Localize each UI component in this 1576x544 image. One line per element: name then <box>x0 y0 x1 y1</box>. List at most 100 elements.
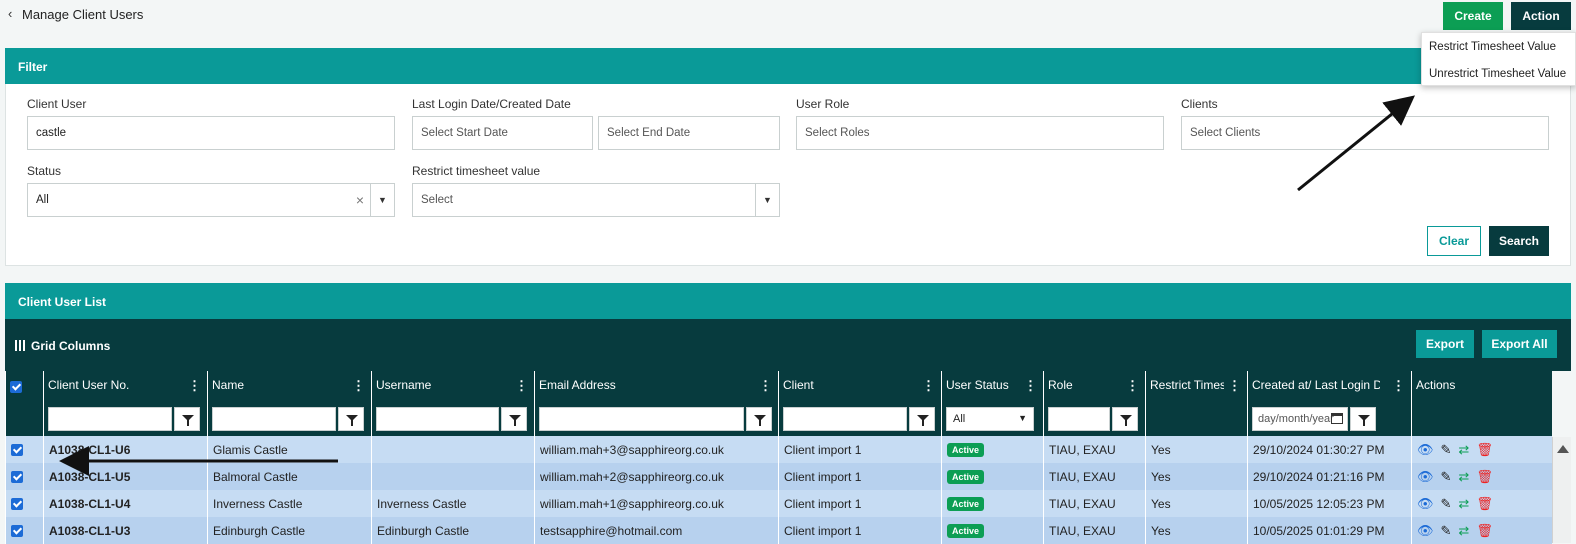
filter-icon[interactable] <box>174 406 200 431</box>
eye-icon[interactable]: 👁︎ <box>1417 442 1434 458</box>
back-icon[interactable]: ‹ <box>8 6 12 21</box>
email-link[interactable]: testsapphire@hotmail.com <box>534 517 779 544</box>
status-filter-select[interactable]: All ▼ <box>946 406 1034 431</box>
username-cell: Edinburgh Castle <box>371 517 535 544</box>
email-link[interactable]: william.mah+3@sapphireorg.co.uk <box>534 436 779 463</box>
client-user-no-link[interactable]: A1038-CL1-U6 <box>43 436 208 463</box>
filter-input[interactable] <box>48 406 172 431</box>
clear-icon[interactable]: × <box>356 192 364 208</box>
pencil-icon[interactable]: ✎ <box>1441 442 1452 458</box>
calendar-icon[interactable] <box>1331 412 1343 424</box>
table-row[interactable]: A1038-CL1-U4 Inverness Castle Inverness Ca… <box>5 490 1552 517</box>
pencil-icon[interactable]: ✎ <box>1441 523 1452 539</box>
end-date-input[interactable]: Select End Date <box>598 116 780 150</box>
column-menu-icon[interactable]: ⋮ <box>922 378 935 394</box>
user-role-label: User Role <box>796 97 850 111</box>
client-cell: Client import 1 <box>778 463 942 490</box>
client-user-no-link[interactable]: A1038-CL1-U5 <box>43 463 208 490</box>
filter-icon[interactable] <box>338 406 364 431</box>
export-button[interactable]: Export <box>1416 330 1474 358</box>
date-filter-input[interactable]: day/month/year <box>1252 406 1348 431</box>
pencil-icon[interactable]: ✎ <box>1441 469 1452 485</box>
eye-icon[interactable]: 👁︎ <box>1417 523 1434 539</box>
eye-icon[interactable]: 👁︎ <box>1417 496 1434 512</box>
filter-input[interactable] <box>376 406 499 431</box>
column-menu-icon[interactable]: ⋮ <box>1024 378 1037 394</box>
user-switch-icon[interactable]: ⇄ <box>1458 469 1469 485</box>
column-menu-icon[interactable]: ⋮ <box>1126 378 1139 394</box>
menu-item-unrestrict[interactable]: Unrestrict Timesheet Value <box>1422 60 1575 87</box>
restrict-cell: Yes <box>1145 436 1248 463</box>
col-user-status[interactable]: User Status ⋮ <box>941 371 1044 401</box>
top-bar: ‹ Manage Client Users Create Action <box>0 0 1576 32</box>
col-username[interactable]: Username ⋮ <box>371 371 535 401</box>
filter-icon[interactable] <box>501 406 527 431</box>
filter-header[interactable]: Filter <box>5 48 1571 84</box>
chevron-down-icon: ▼ <box>1018 412 1027 423</box>
user-switch-icon[interactable]: ⇄ <box>1458 442 1469 458</box>
status-select[interactable]: All × ▼ <box>27 183 395 217</box>
col-client[interactable]: Client ⋮ <box>778 371 942 401</box>
col-restrict[interactable]: Restrict Times ⋮ <box>1145 371 1248 401</box>
trash-icon[interactable]: 🗑︎ <box>1476 523 1493 539</box>
email-link[interactable]: william.mah+2@sapphireorg.co.uk <box>534 463 779 490</box>
status-label: Status <box>27 164 62 178</box>
table-row[interactable]: A1038-CL1-U3 Edinburgh Castle Edinburgh Ca… <box>5 517 1552 544</box>
filter-icon[interactable] <box>746 406 772 431</box>
col-email[interactable]: Email Address ⋮ <box>534 371 779 401</box>
trash-icon[interactable]: 🗑︎ <box>1476 496 1493 512</box>
col-role[interactable]: Role ⋮ <box>1043 371 1146 401</box>
filter-input[interactable] <box>212 406 336 431</box>
grid-columns-button[interactable]: Grid Columns <box>15 339 110 353</box>
user-role-select[interactable]: Select Roles <box>796 116 1164 150</box>
col-client-user-no[interactable]: Client User No. ⋮ <box>43 371 208 401</box>
eye-icon[interactable]: 👁︎ <box>1417 469 1434 485</box>
search-button[interactable]: Search <box>1489 226 1549 256</box>
export-all-button[interactable]: Export All <box>1482 330 1557 358</box>
column-menu-icon[interactable]: ⋮ <box>515 378 528 394</box>
chevron-down-icon[interactable]: ▼ <box>370 184 394 216</box>
menu-item-restrict[interactable]: Restrict Timesheet Value <box>1422 33 1575 60</box>
filter-input[interactable] <box>1048 406 1110 431</box>
vertical-scrollbar[interactable] <box>1552 437 1571 543</box>
user-switch-icon[interactable]: ⇄ <box>1458 523 1469 539</box>
filter-icon[interactable] <box>1112 406 1138 431</box>
restrict-cell: Yes <box>1145 490 1248 517</box>
column-menu-icon[interactable]: ⋮ <box>1392 378 1405 394</box>
row-checkbox[interactable] <box>11 444 23 457</box>
select-all-checkbox[interactable] <box>10 380 22 393</box>
column-menu-icon[interactable]: ⋮ <box>352 378 365 394</box>
row-checkbox[interactable] <box>11 471 23 484</box>
action-button[interactable]: Action <box>1511 2 1571 30</box>
start-date-input[interactable]: Select Start Date <box>412 116 593 150</box>
name-cell: Glamis Castle <box>207 436 372 463</box>
col-created[interactable]: Created at/ Last Login Date⋮ <box>1247 371 1412 401</box>
row-checkbox[interactable] <box>11 498 23 511</box>
email-link[interactable]: william.mah+1@sapphireorg.co.uk <box>534 490 779 517</box>
client-user-no-link[interactable]: A1038-CL1-U3 <box>43 517 208 544</box>
chevron-down-icon[interactable]: ▼ <box>755 184 779 216</box>
scroll-up-icon[interactable] <box>1557 445 1569 453</box>
column-menu-icon[interactable]: ⋮ <box>759 378 772 394</box>
user-switch-icon[interactable]: ⇄ <box>1458 496 1469 512</box>
create-button[interactable]: Create <box>1443 2 1503 30</box>
column-menu-icon[interactable]: ⋮ <box>1228 378 1241 394</box>
client-cell: Client import 1 <box>778 436 942 463</box>
table-row[interactable]: A1038-CL1-U6 Glamis Castle william.mah+3@s… <box>5 436 1552 463</box>
clear-button[interactable]: Clear <box>1427 226 1481 256</box>
pencil-icon[interactable]: ✎ <box>1441 496 1452 512</box>
trash-icon[interactable]: 🗑︎ <box>1476 469 1493 485</box>
client-user-input[interactable]: castle <box>27 116 395 150</box>
filter-input[interactable] <box>783 406 907 431</box>
restrict-select[interactable]: Select ▼ <box>412 183 780 217</box>
filter-icon[interactable] <box>1350 406 1376 431</box>
col-name[interactable]: Name ⋮ <box>207 371 372 401</box>
table-row[interactable]: A1038-CL1-U5 Balmoral Castle william.mah+2… <box>5 463 1552 490</box>
row-checkbox[interactable] <box>11 525 23 538</box>
client-user-no-link[interactable]: A1038-CL1-U4 <box>43 490 208 517</box>
column-menu-icon[interactable]: ⋮ <box>188 378 201 394</box>
trash-icon[interactable]: 🗑︎ <box>1476 442 1493 458</box>
filter-input[interactable] <box>539 406 744 431</box>
filter-icon[interactable] <box>909 406 935 431</box>
clients-select[interactable]: Select Clients <box>1181 116 1549 150</box>
